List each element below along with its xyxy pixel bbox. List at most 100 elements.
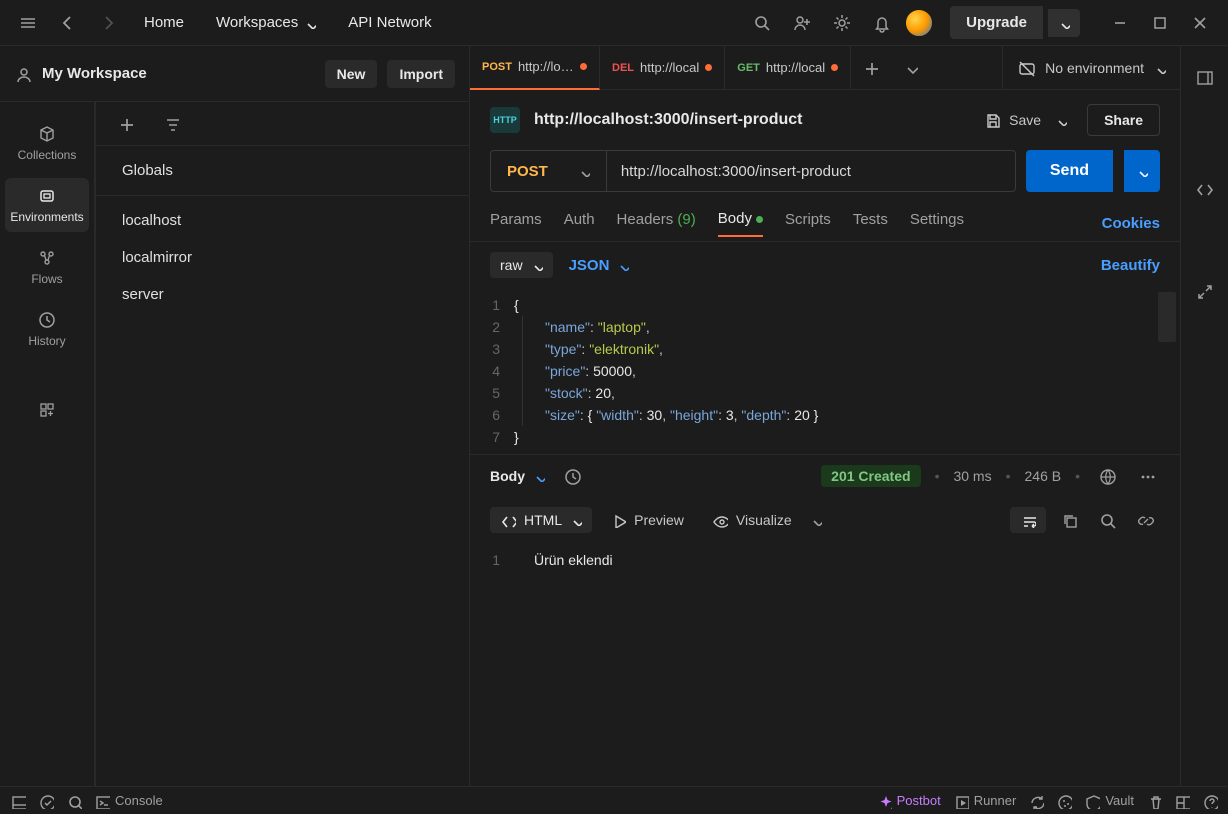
footer-trash-icon[interactable] xyxy=(1146,793,1162,809)
env-item[interactable]: server xyxy=(96,276,469,313)
beautify-button[interactable]: Beautify xyxy=(1101,257,1160,274)
footer-help-icon[interactable] xyxy=(1202,793,1218,809)
request-tab[interactable]: DEL http://local xyxy=(600,46,725,90)
code-icon[interactable] xyxy=(1187,172,1223,208)
upgrade-button[interactable]: Upgrade xyxy=(950,6,1043,39)
visualize-button[interactable]: Visualize xyxy=(702,507,802,533)
tab-method: DEL xyxy=(612,62,634,74)
footer-runner[interactable]: Runner xyxy=(953,793,1017,809)
footer-postbot[interactable]: Postbot xyxy=(876,793,941,809)
env-selector[interactable]: No environment xyxy=(1045,60,1144,76)
window-maximize[interactable] xyxy=(1142,5,1178,41)
response-more-icon[interactable] xyxy=(1134,463,1160,489)
link-response-button[interactable] xyxy=(1130,505,1160,535)
tab-tests[interactable]: Tests xyxy=(853,211,888,236)
footer-vault[interactable]: Vault xyxy=(1084,793,1134,809)
tab-options[interactable] xyxy=(891,50,931,86)
invite-icon[interactable] xyxy=(784,5,820,41)
chevron-down-icon xyxy=(304,17,316,29)
request-tab[interactable]: GET http://local xyxy=(725,46,851,90)
nav-forward[interactable] xyxy=(90,5,126,41)
import-button[interactable]: Import xyxy=(387,60,455,88)
network-icon[interactable] xyxy=(1094,463,1120,489)
nav-api-network[interactable]: API Network xyxy=(334,6,445,39)
copy-response-button[interactable] xyxy=(1054,505,1084,535)
avatar[interactable] xyxy=(904,8,934,38)
nav-home[interactable]: Home xyxy=(130,6,198,39)
hamburger-menu[interactable] xyxy=(10,5,46,41)
env-globals[interactable]: Globals xyxy=(96,152,469,189)
tab-url: http://local xyxy=(640,60,699,75)
share-button[interactable]: Share xyxy=(1087,104,1160,136)
request-body-editor[interactable]: 1{2"name": "laptop",3"type": "elektronik… xyxy=(470,288,1180,454)
sidebar-flows[interactable]: Flows xyxy=(5,240,89,294)
sidebar-history[interactable]: History xyxy=(5,302,89,356)
search-response-button[interactable] xyxy=(1092,505,1122,535)
tab-auth[interactable]: Auth xyxy=(564,211,595,236)
response-body-editor[interactable]: 1Ürün eklendi xyxy=(470,543,1180,577)
window-close[interactable] xyxy=(1182,5,1218,41)
unsaved-dot-icon xyxy=(580,63,587,70)
chevron-down-icon[interactable] xyxy=(810,514,822,526)
footer-capture-icon[interactable] xyxy=(1028,793,1044,809)
tab-settings[interactable]: Settings xyxy=(910,211,964,236)
cookies-link[interactable]: Cookies xyxy=(1102,215,1160,232)
tab-headers[interactable]: Headers (9) xyxy=(617,211,696,236)
send-dropdown[interactable] xyxy=(1124,150,1160,192)
footer-console[interactable]: Console xyxy=(94,793,163,809)
request-title[interactable]: http://localhost:3000/insert-product xyxy=(534,111,963,129)
response-format-select[interactable]: HTML xyxy=(490,507,592,533)
window-minimize[interactable] xyxy=(1102,5,1138,41)
sidebar-configure[interactable] xyxy=(5,392,89,428)
sidebar-toggle-icon[interactable] xyxy=(1187,60,1223,96)
new-tab-button[interactable] xyxy=(851,50,891,86)
wrap-lines-button[interactable] xyxy=(1010,507,1046,533)
preview-button[interactable]: Preview xyxy=(600,507,694,533)
no-env-icon xyxy=(1017,59,1035,77)
tab-params[interactable]: Params xyxy=(490,211,542,236)
minimap[interactable] xyxy=(1158,292,1176,342)
workspace-name[interactable]: My Workspace xyxy=(42,65,315,82)
body-type-select[interactable]: raw xyxy=(490,252,553,278)
save-button[interactable]: Save xyxy=(977,105,1073,135)
response-time: 30 ms xyxy=(953,468,991,484)
tab-url: http://loca xyxy=(518,59,574,74)
upgrade-dropdown[interactable] xyxy=(1048,9,1080,37)
footer-find-icon[interactable] xyxy=(66,793,82,809)
tab-scripts[interactable]: Scripts xyxy=(785,211,831,236)
url-input[interactable]: http://localhost:3000/insert-product xyxy=(607,150,1016,192)
footer-layout-icon[interactable] xyxy=(1174,793,1190,809)
footer-panel-icon[interactable] xyxy=(10,793,26,809)
response-history-icon[interactable] xyxy=(559,463,585,489)
footer-cookies-icon[interactable] xyxy=(1056,793,1072,809)
unsaved-dot-icon xyxy=(831,64,838,71)
nav-back[interactable] xyxy=(50,5,86,41)
response-size: 246 B xyxy=(1025,468,1062,484)
tab-body[interactable]: Body xyxy=(718,210,763,237)
footer-sync-icon[interactable] xyxy=(38,793,54,809)
env-item[interactable]: localmirror xyxy=(96,239,469,276)
request-tab[interactable]: POSThttp://loca xyxy=(470,46,600,90)
sidebar-collections[interactable]: Collections xyxy=(5,116,89,170)
user-icon xyxy=(14,65,32,83)
search-icon[interactable] xyxy=(744,5,780,41)
chevron-down-icon[interactable] xyxy=(1154,62,1166,74)
sidebar-environments[interactable]: Environments xyxy=(5,178,89,232)
tab-method: GET xyxy=(737,62,760,74)
tab-url: http://local xyxy=(766,60,825,75)
method-select[interactable]: POST xyxy=(490,150,607,192)
add-env-button[interactable] xyxy=(108,106,144,142)
response-body-select[interactable]: Body xyxy=(490,468,545,484)
expand-icon[interactable] xyxy=(1187,274,1223,310)
send-button[interactable]: Send xyxy=(1026,150,1113,192)
unsaved-dot-icon xyxy=(705,64,712,71)
env-item[interactable]: localhost xyxy=(96,202,469,239)
http-badge-icon: HTTP xyxy=(490,107,520,133)
response-status: 201 Created xyxy=(821,465,920,487)
new-button[interactable]: New xyxy=(325,60,378,88)
settings-icon[interactable] xyxy=(824,5,860,41)
body-format-select[interactable]: JSON xyxy=(569,257,630,274)
filter-env-button[interactable] xyxy=(154,106,190,142)
notifications-icon[interactable] xyxy=(864,5,900,41)
nav-workspaces[interactable]: Workspaces xyxy=(202,6,330,39)
